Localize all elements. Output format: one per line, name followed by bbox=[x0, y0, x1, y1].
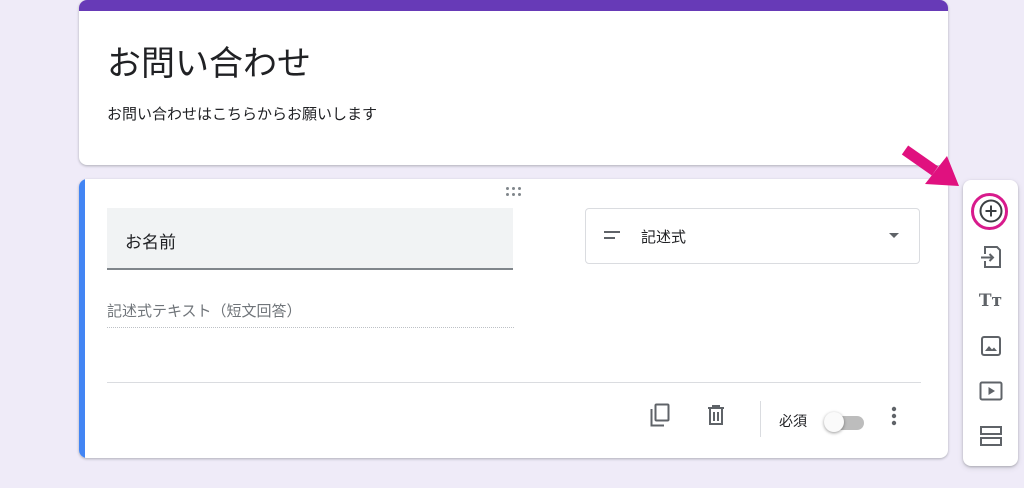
short-answer-icon bbox=[604, 231, 620, 241]
video-icon bbox=[979, 381, 1002, 400]
section-icon bbox=[979, 425, 1002, 446]
import-icon bbox=[980, 245, 1001, 268]
form-header-card[interactable]: お問い合わせ お問い合わせはこちらからお願いします bbox=[79, 0, 948, 165]
add-image-button[interactable] bbox=[977, 332, 1004, 359]
drag-handle-icon[interactable] bbox=[506, 187, 524, 199]
add-section-button[interactable] bbox=[977, 422, 1004, 449]
active-question-indicator bbox=[79, 179, 85, 458]
required-label: 必須 bbox=[779, 414, 807, 430]
more-vert-icon bbox=[891, 406, 897, 426]
add-video-button[interactable] bbox=[977, 377, 1004, 404]
floating-toolbar: Tт bbox=[963, 180, 1018, 466]
title-text-icon: Tт bbox=[978, 290, 1003, 311]
add-circle-icon bbox=[979, 199, 1002, 222]
theme-color-bar bbox=[79, 0, 948, 11]
add-question-button[interactable] bbox=[977, 197, 1004, 224]
image-icon bbox=[980, 335, 1001, 356]
more-options-button[interactable] bbox=[882, 404, 906, 428]
add-title-button[interactable]: Tт bbox=[977, 287, 1004, 314]
delete-button[interactable] bbox=[703, 402, 729, 428]
dropdown-arrow-icon bbox=[889, 233, 899, 238]
question-card[interactable]: お名前 記述式 記述式テキスト（短文回答） 必須 bbox=[79, 179, 948, 458]
trash-icon bbox=[708, 405, 724, 425]
question-title-input[interactable]: お名前 bbox=[107, 208, 513, 270]
footer-divider bbox=[107, 382, 921, 383]
copy-icon bbox=[650, 403, 670, 427]
required-toggle[interactable] bbox=[824, 410, 868, 434]
toggle-thumb bbox=[824, 412, 844, 432]
short-answer-placeholder: 記述式テキスト（短文回答） bbox=[107, 300, 514, 328]
annotation-arrow-icon bbox=[901, 145, 959, 186]
question-type-label: 記述式 bbox=[641, 228, 687, 246]
duplicate-button[interactable] bbox=[647, 402, 673, 428]
import-questions-button[interactable] bbox=[977, 243, 1004, 270]
footer-separator bbox=[760, 401, 761, 437]
form-description[interactable]: お問い合わせはこちらからお願いします bbox=[107, 103, 377, 124]
form-title[interactable]: お問い合わせ bbox=[107, 36, 311, 85]
question-type-dropdown[interactable]: 記述式 bbox=[585, 208, 920, 264]
